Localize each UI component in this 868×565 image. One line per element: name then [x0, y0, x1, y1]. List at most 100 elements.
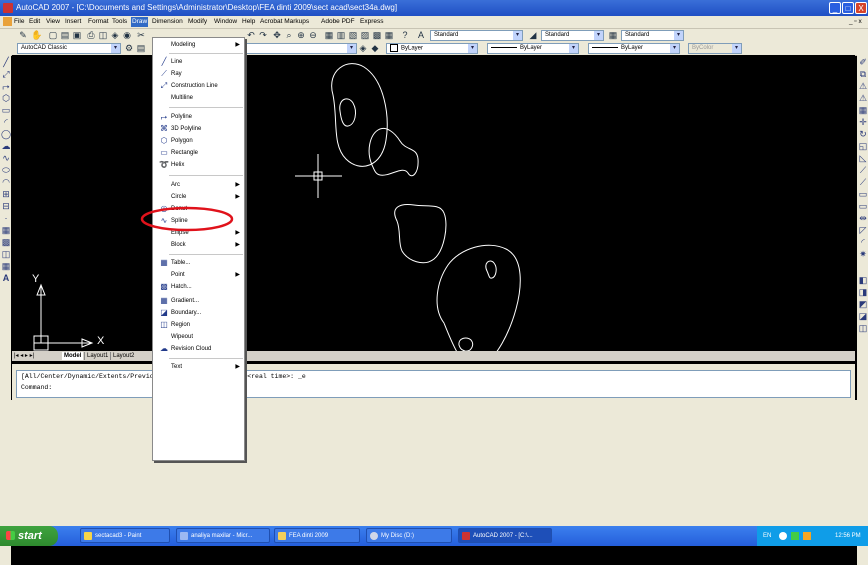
explode-icon[interactable]: ✷	[858, 249, 868, 260]
plot-style-combo[interactable]: ByColor ▾	[688, 43, 742, 54]
region-icon[interactable]: ◫	[1, 249, 11, 260]
mirror-icon[interactable]: ⚠	[858, 81, 868, 92]
menu-item-gradient[interactable]: ▦ Gradient...	[153, 295, 244, 307]
zoom-realtime-icon[interactable]: ⌕	[284, 30, 294, 40]
arc-icon[interactable]: ◜	[1, 117, 11, 128]
layer-previous-icon[interactable]: ◆	[370, 43, 380, 53]
rectangle-icon[interactable]: ▭	[1, 105, 11, 116]
construction-line-icon[interactable]: ⤢	[1, 69, 11, 80]
menu-item-3d-polyline[interactable]: ⌘ 3D Polyline	[153, 123, 244, 135]
tab-layout2[interactable]: Layout2	[110, 352, 136, 360]
tool-palette-icon[interactable]: ✎	[18, 30, 28, 40]
command-line[interactable]: [All/Center/Dynamic/Extents/Previous/Sca…	[16, 370, 851, 398]
open-file-icon[interactable]: ▤	[60, 30, 70, 40]
menu-item-table[interactable]: ▦ Table...	[153, 257, 244, 269]
start-button[interactable]: start	[0, 526, 58, 546]
menu-adobe-pdf[interactable]: Adobe PDF	[320, 17, 356, 27]
print-preview-icon[interactable]: ◫	[98, 30, 108, 40]
join-icon[interactable]: ⇹	[858, 213, 868, 224]
redo-icon[interactable]: ↷	[258, 30, 268, 40]
copy-icon[interactable]: ⧉	[858, 69, 868, 80]
menu-item-construction-line[interactable]: ⤢ Construction Line	[153, 80, 244, 92]
taskbar-button-autocad[interactable]: AutoCAD 2007 - [C:\...	[458, 528, 552, 543]
layer-combo[interactable]: ▾	[245, 43, 357, 54]
fillet-icon[interactable]: ◜	[858, 237, 868, 248]
tool-palettes-icon[interactable]: ▧	[348, 30, 358, 40]
publish-icon[interactable]: ◈	[110, 30, 120, 40]
calculator-icon[interactable]: ▦	[384, 30, 394, 40]
multiline-text-icon[interactable]: A	[1, 273, 11, 284]
menu-item-boundary[interactable]: ◪ Boundary...	[153, 307, 244, 319]
stretch-icon[interactable]: ◺	[858, 153, 868, 164]
circle-icon[interactable]: ◯	[1, 129, 11, 140]
polygon-icon[interactable]: ⬡	[1, 93, 11, 104]
menu-file[interactable]: File	[13, 17, 25, 27]
new-file-icon[interactable]: ▢	[48, 30, 58, 40]
menu-item-ray[interactable]: ⟋ Ray	[153, 68, 244, 80]
menu-item-helix[interactable]: ➰ Helix	[153, 159, 244, 171]
workspace-settings-icon[interactable]: ⚙	[124, 43, 134, 53]
menu-item-line[interactable]: ╱ Line	[153, 56, 244, 68]
save-icon[interactable]: ▣	[72, 30, 82, 40]
print-icon[interactable]: ⎙	[86, 30, 96, 40]
ellipse-icon[interactable]: ⬭	[1, 165, 11, 176]
trim-icon[interactable]: ⟋	[858, 165, 868, 176]
zoom-previous-icon[interactable]: ⊖	[308, 30, 318, 40]
maximize-button[interactable]: □	[842, 2, 854, 14]
pan-realtime-icon[interactable]: ✥	[272, 30, 282, 40]
menu-tools[interactable]: Tools	[111, 17, 128, 27]
text-style-combo[interactable]: Standard ▾	[430, 30, 523, 41]
menu-item-text[interactable]: Text ▶	[153, 361, 244, 373]
menu-express[interactable]: Express	[359, 17, 384, 27]
menu-item-modeling[interactable]: Modeling ▶	[153, 39, 244, 51]
chamfer-icon[interactable]: ◸	[858, 225, 868, 236]
menu-modify[interactable]: Modify	[187, 17, 208, 27]
menu-item-polygon[interactable]: ⬡ Polygon	[153, 135, 244, 147]
tab-model[interactable]: Model	[62, 352, 84, 360]
revision-cloud-icon[interactable]: ☁	[1, 141, 11, 152]
menu-view[interactable]: View	[45, 17, 61, 27]
make-current-layer-icon[interactable]: ◈	[358, 43, 368, 53]
taskbar-button-folder[interactable]: FEA dinti 2009	[274, 528, 360, 543]
tab-layout1[interactable]: Layout1	[84, 352, 110, 360]
linetype-combo[interactable]: ByLayer ▾	[487, 43, 579, 54]
table-style-combo[interactable]: Standard ▾	[621, 30, 684, 41]
menu-edit[interactable]: Edit	[28, 17, 41, 27]
menu-item-revision-cloud[interactable]: ☁ Revision Cloud	[153, 343, 244, 355]
document-window-controls[interactable]: _ ▫ x	[848, 17, 863, 27]
plot-icon[interactable]: ◉	[122, 30, 132, 40]
menu-item-region[interactable]: ◫ Region	[153, 319, 244, 331]
layer-manager-icon[interactable]: ▤	[136, 43, 146, 53]
menu-format[interactable]: Format	[87, 17, 110, 27]
menu-item-polyline[interactable]: ⮣ Polyline	[153, 111, 244, 123]
minimize-button[interactable]: _	[829, 2, 841, 14]
taskbar-button-word[interactable]: analiya maxilar - Micr...	[176, 528, 270, 543]
rotate-icon[interactable]: ↻	[858, 129, 868, 140]
menu-item-rectangle[interactable]: ▭ Rectangle	[153, 147, 244, 159]
sheet-set-icon[interactable]: ▨	[360, 30, 370, 40]
markup-icon[interactable]: ▩	[372, 30, 382, 40]
polyline-icon[interactable]: ⮣	[1, 81, 11, 92]
make-block-icon[interactable]: ⊟	[1, 201, 11, 212]
send-under-icon[interactable]: ◫	[858, 323, 868, 334]
hatch-icon[interactable]: ▦	[1, 225, 11, 236]
bring-to-front-icon[interactable]: ◨	[858, 287, 868, 298]
network-icon[interactable]	[779, 532, 787, 540]
pan-hand-icon[interactable]: ✋	[31, 30, 42, 40]
tab-navigation-buttons[interactable]: |◂ ◂ ▸ ▸|	[14, 352, 34, 360]
dim-style-combo[interactable]: Standard ▾	[541, 30, 604, 41]
undo-icon[interactable]: ↶	[246, 30, 256, 40]
volume-icon[interactable]	[803, 532, 811, 540]
spline-icon[interactable]: ∿	[1, 153, 11, 164]
taskbar-button-disc[interactable]: My Disc (D:)	[366, 528, 452, 543]
move-icon[interactable]: ✛	[858, 117, 868, 128]
properties-icon[interactable]: ▦	[324, 30, 334, 40]
design-center-icon[interactable]: ▥	[336, 30, 346, 40]
line-icon[interactable]: ╱	[1, 57, 11, 68]
draw-order-icon[interactable]: ◧	[858, 275, 868, 286]
language-indicator[interactable]: EN	[763, 526, 771, 546]
menu-item-point[interactable]: Point ▶	[153, 269, 244, 281]
insert-block-icon[interactable]: ⊞	[1, 189, 11, 200]
extend-icon[interactable]: ⟋	[858, 177, 868, 188]
zoom-window-icon[interactable]: ⊕	[296, 30, 306, 40]
